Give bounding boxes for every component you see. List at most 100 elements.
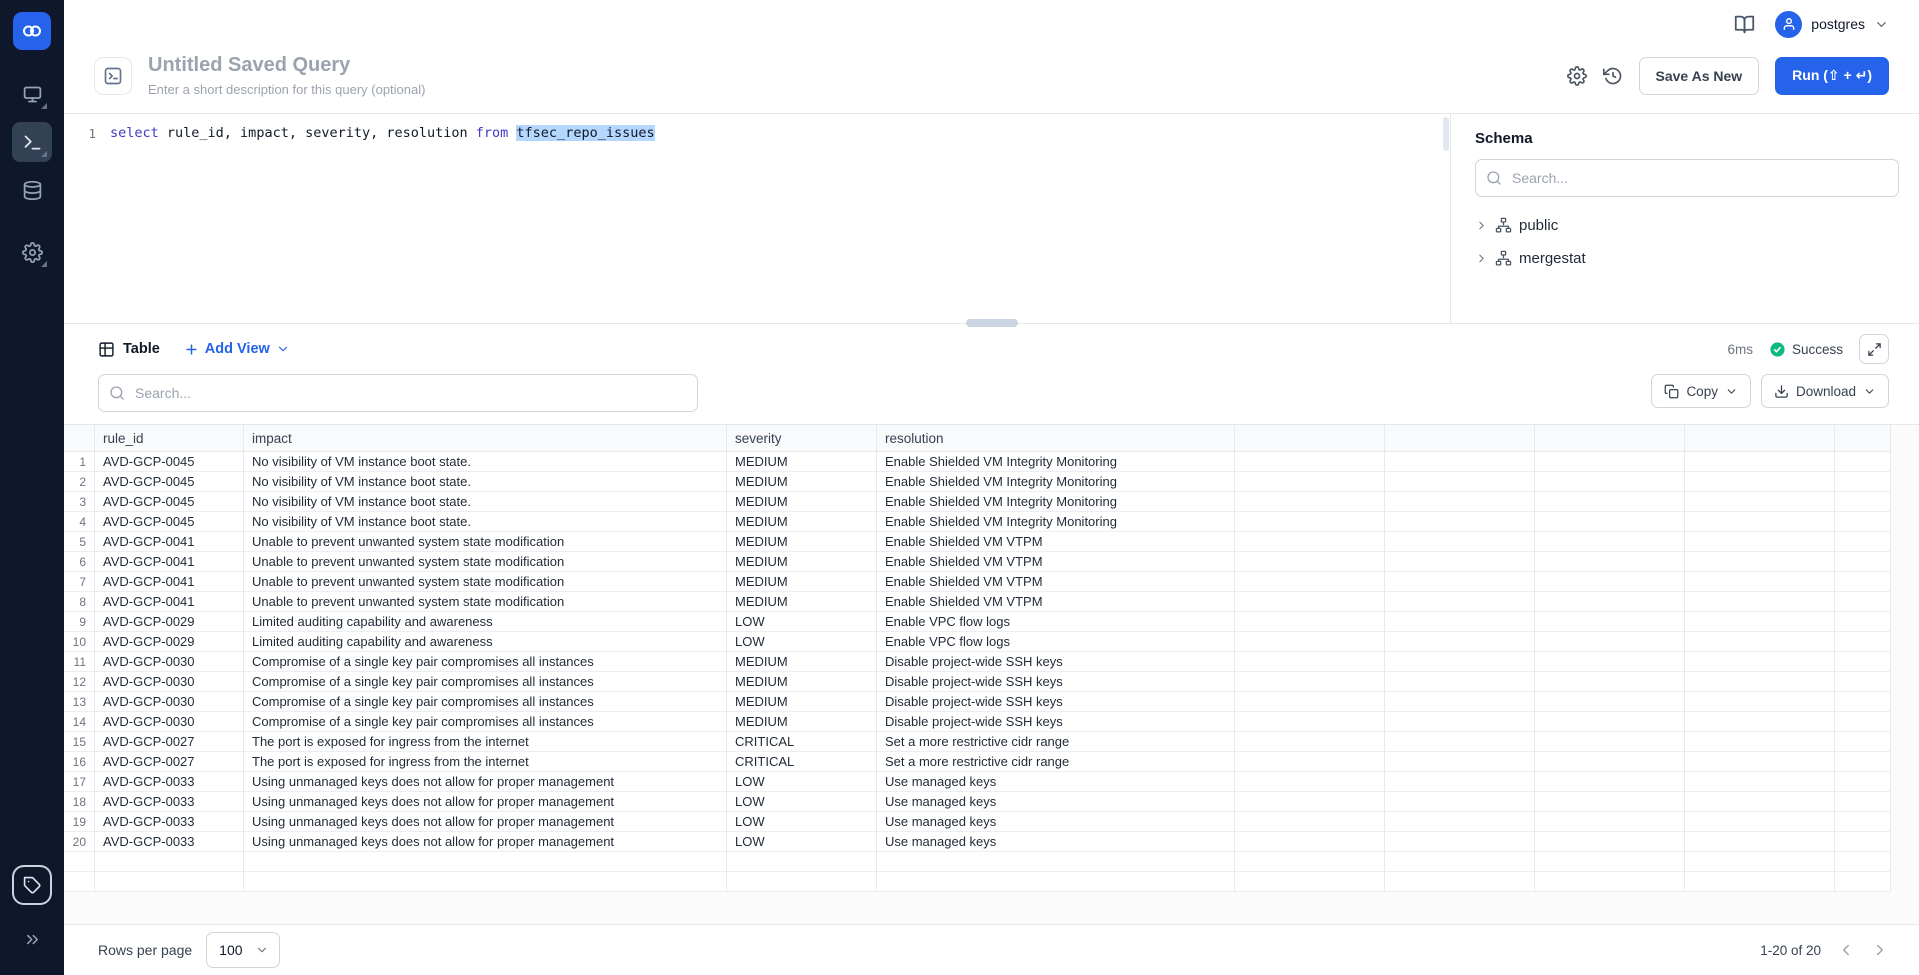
cell-severity: MEDIUM <box>727 652 877 671</box>
docs-button[interactable] <box>1734 14 1755 35</box>
table-row-empty <box>64 852 1891 872</box>
scrollbar-thumb[interactable] <box>1443 117 1449 151</box>
cell-impact: Compromise of a single key pair compromi… <box>244 652 727 671</box>
cell-empty <box>1235 852 1385 871</box>
cell-empty <box>1685 832 1835 851</box>
rows-per-page-select[interactable]: 100 <box>206 932 279 968</box>
cell-resolution: Use managed keys <box>877 812 1235 831</box>
row-number: 14 <box>64 712 95 731</box>
column-header-rule_id: rule_id <box>95 425 244 451</box>
cell-empty <box>1685 512 1835 531</box>
cell-impact: Using unmanaged keys does not allow for … <box>244 832 727 851</box>
search-icon <box>1486 170 1502 186</box>
cell-resolution: Enable Shielded VM VTPM <box>877 592 1235 611</box>
sidebar-nav <box>12 74 52 272</box>
sidebar-expand-button[interactable] <box>12 919 52 959</box>
cell-empty <box>244 852 727 871</box>
cell-empty <box>1235 752 1385 771</box>
results-search-input[interactable] <box>133 384 687 402</box>
cell-empty <box>1835 772 1891 791</box>
save-as-new-button[interactable]: Save As New <box>1639 57 1760 95</box>
sql-editor[interactable]: 1 select rule_id, impact, severity, reso… <box>64 114 1450 323</box>
results-actions: Copy Download <box>1651 374 1889 408</box>
cell-empty <box>1535 692 1685 711</box>
cell-empty <box>1385 692 1535 711</box>
schema-node-label: public <box>1519 217 1558 234</box>
tab-table[interactable]: Table <box>98 341 160 358</box>
chevron-down-icon <box>1725 385 1738 398</box>
cell-empty <box>1385 652 1535 671</box>
sidebar-item-settings[interactable] <box>12 232 52 272</box>
column-header-empty <box>1535 425 1685 451</box>
terminal-square-icon <box>103 66 123 86</box>
sidebar <box>0 0 64 975</box>
query-history-button[interactable] <box>1603 66 1623 86</box>
expand-results-button[interactable] <box>1859 334 1889 364</box>
cell-empty <box>1835 592 1891 611</box>
cell-empty <box>1835 832 1891 851</box>
column-header-empty <box>1385 425 1535 451</box>
cell-empty <box>1685 492 1835 511</box>
row-number: 6 <box>64 552 95 571</box>
chevrons-right-icon <box>23 930 42 949</box>
schema-search-input[interactable] <box>1510 169 1888 187</box>
next-page-button[interactable] <box>1871 941 1889 959</box>
plus-icon <box>184 342 199 357</box>
cell-rule_id: AVD-GCP-0045 <box>95 492 244 511</box>
cell-impact: No visibility of VM instance boot state. <box>244 512 727 531</box>
cell-empty <box>95 852 244 871</box>
cell-resolution: Disable project-wide SSH keys <box>877 672 1235 691</box>
history-icon <box>1603 66 1623 86</box>
sidebar-item-repos[interactable] <box>12 74 52 114</box>
cell-empty <box>1535 852 1685 871</box>
download-icon <box>1774 384 1789 399</box>
run-button[interactable]: Run (⇧ + ↵) <box>1775 57 1889 95</box>
panel-resize-handle[interactable] <box>966 319 1018 327</box>
copy-button[interactable]: Copy <box>1651 374 1751 408</box>
cell-resolution: Disable project-wide SSH keys <box>877 652 1235 671</box>
editor-scrollbar[interactable] <box>1442 114 1450 323</box>
cell-impact: Limited auditing capability and awarenes… <box>244 632 727 651</box>
row-number: 8 <box>64 592 95 611</box>
download-button[interactable]: Download <box>1761 374 1889 408</box>
cell-resolution: Set a more restrictive cidr range <box>877 732 1235 751</box>
pagination-range: 1-20 of 20 <box>1760 943 1821 958</box>
sidebar-item-tags[interactable] <box>14 867 50 903</box>
user-menu[interactable]: postgres <box>1775 11 1889 38</box>
query-title[interactable]: Untitled Saved Query <box>148 54 425 77</box>
pagination-controls: 1-20 of 20 <box>1760 941 1889 959</box>
cell-impact: Using unmanaged keys does not allow for … <box>244 772 727 791</box>
query-settings-button[interactable] <box>1567 66 1587 86</box>
editor-schema-row: 1 select rule_id, impact, severity, reso… <box>64 114 1919 323</box>
cell-impact: The port is exposed for ingress from the… <box>244 732 727 751</box>
previous-page-button[interactable] <box>1837 941 1855 959</box>
cell-empty <box>1835 552 1891 571</box>
cell-empty <box>1235 812 1385 831</box>
schema-search-box <box>1475 159 1899 197</box>
rows-per-page-value: 100 <box>219 942 242 958</box>
row-number: 10 <box>64 632 95 651</box>
schema-node-public[interactable]: public <box>1475 209 1899 242</box>
cell-empty <box>1235 512 1385 531</box>
gear-icon <box>22 242 43 263</box>
cell-empty <box>1685 772 1835 791</box>
table-row: 12AVD-GCP-0030Compromise of a single key… <box>64 672 1891 692</box>
cell-rule_id: AVD-GCP-0045 <box>95 472 244 491</box>
table-row: 17AVD-GCP-0033Using unmanaged keys does … <box>64 772 1891 792</box>
sidebar-item-data[interactable] <box>12 170 52 210</box>
cell-empty <box>1385 672 1535 691</box>
cell-impact: The port is exposed for ingress from the… <box>244 752 727 771</box>
cell-empty <box>1385 832 1535 851</box>
query-actions: Save As New Run (⇧ + ↵) <box>1567 57 1889 95</box>
app-logo[interactable] <box>13 12 51 50</box>
schema-tree: public mergestat <box>1475 209 1899 275</box>
add-view-button[interactable]: Add View <box>184 341 290 357</box>
cell-empty <box>1835 692 1891 711</box>
query-description[interactable]: Enter a short description for this query… <box>148 82 425 97</box>
schema-node-mergestat[interactable]: mergestat <box>1475 242 1899 275</box>
sidebar-item-queries[interactable] <box>12 122 52 162</box>
cell-rule_id: AVD-GCP-0029 <box>95 632 244 651</box>
chevron-right-icon <box>1475 219 1488 232</box>
cell-empty <box>1385 772 1535 791</box>
chevron-down-icon <box>1863 385 1876 398</box>
